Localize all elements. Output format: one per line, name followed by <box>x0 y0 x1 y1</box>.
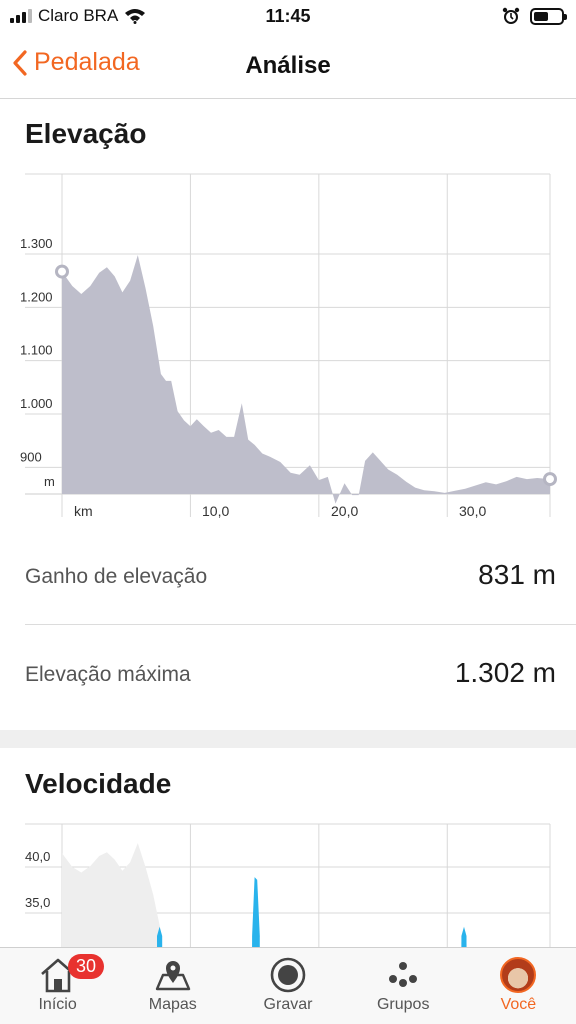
max-elevation-row: Elevação máxima 1.302 m <box>0 625 576 723</box>
elevation-area <box>62 255 550 504</box>
tab-bar: 30 Início Mapas Gravar Grupos Você <box>0 947 576 1024</box>
battery-icon <box>530 7 567 25</box>
elevation-chart[interactable]: 1.300 1.200 1.100 1.000 900m km 10,0 20,0 30,0 <box>0 170 576 522</box>
notification-badge: 30 <box>68 954 105 979</box>
elevation-gain-label: Ganho de elevação <box>25 565 208 588</box>
x-tick-label: km <box>74 503 93 519</box>
status-right <box>502 7 567 25</box>
y-tick-label: 40,0 <box>25 849 50 864</box>
tab-label: Mapas <box>148 996 197 1013</box>
tab-voce[interactable]: Você <box>461 948 576 1024</box>
y-tick-label: m <box>44 474 55 489</box>
speed-area <box>252 877 260 948</box>
x-tick-label: 20,0 <box>331 503 358 519</box>
tab-label: Início <box>38 996 77 1013</box>
elevation-title: Elevação <box>25 118 147 149</box>
elevation-gain-value: 831 m <box>478 559 556 590</box>
y-tick-label: 1.200 <box>20 289 53 304</box>
tab-inicio[interactable]: 30 Início <box>0 948 115 1024</box>
status-bar: Claro BRA 11:45 <box>0 0 576 34</box>
tab-label: Grupos <box>376 996 430 1013</box>
elevation-gain-row: Ganho de elevação 831 m <box>0 527 576 625</box>
y-tick-label: 1.300 <box>20 236 53 251</box>
y-tick-label: 35,0 <box>25 895 50 910</box>
speed-chart[interactable]: 40,0 35,0 <box>0 820 576 948</box>
max-elevation-value: 1.302 m <box>454 657 556 688</box>
profile-avatar-icon <box>498 957 538 993</box>
navigation-bar: Pedalada Análise <box>0 34 576 99</box>
tab-label: Você <box>500 996 537 1013</box>
map-pin-icon <box>153 957 193 993</box>
y-tick-label: 1.100 <box>20 343 53 358</box>
y-tick-label: 1.000 <box>20 396 53 411</box>
page-title: Análise <box>245 52 331 79</box>
avatar <box>500 957 537 993</box>
section-separator <box>0 730 576 748</box>
clock: 11:45 <box>265 6 311 26</box>
x-tick-label: 10,0 <box>202 503 229 519</box>
tab-grupos[interactable]: Grupos <box>346 948 461 1024</box>
max-elevation-label: Elevação máxima <box>25 663 191 686</box>
groups-icon <box>383 957 423 993</box>
speed-area <box>461 926 467 948</box>
elevation-background-area <box>62 843 161 948</box>
y-tick-label: 900 <box>20 449 42 464</box>
record-icon <box>268 957 308 993</box>
endpoint-marker <box>543 472 557 487</box>
speed-title: Velocidade <box>25 768 172 799</box>
tab-gravar[interactable]: Gravar <box>230 948 345 1024</box>
tab-mapas[interactable]: Mapas <box>115 948 230 1024</box>
tab-label: Gravar <box>263 996 313 1013</box>
alarm-icon <box>502 7 520 24</box>
endpoint-marker <box>55 264 69 279</box>
x-tick-label: 30,0 <box>459 503 486 519</box>
